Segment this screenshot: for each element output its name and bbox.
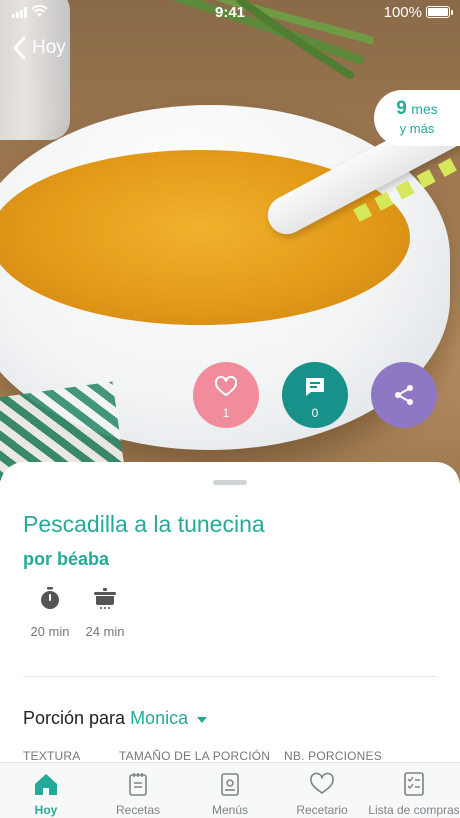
comment-button[interactable]: 0 [282, 362, 348, 428]
checklist-icon [404, 772, 424, 796]
prep-time: 20 min [20, 586, 80, 639]
pot-icon [94, 588, 116, 609]
portion-selector[interactable]: Porción para Monica [23, 708, 208, 729]
back-label: Hoy [32, 37, 66, 58]
share-icon [395, 385, 413, 405]
share-button[interactable] [371, 362, 437, 428]
prep-time-value: 20 min [30, 624, 70, 639]
heart-icon [310, 772, 334, 794]
cook-time: 24 min [75, 586, 135, 639]
tab-label: Menús [211, 803, 249, 817]
recipe-sheet: Pescadilla a la tunecina por béaba 20 mi… [0, 462, 460, 763]
tab-label: Recetas [115, 803, 161, 817]
like-button[interactable]: 1 [193, 362, 259, 428]
tab-label: Lista de compras [368, 803, 460, 817]
chevron-left-icon [13, 36, 26, 60]
portion-label: Porción para [23, 708, 126, 728]
column-portion-size: TAMAÑO DE LA PORCIÓN [119, 749, 271, 763]
tab-menus[interactable]: Menús [184, 771, 276, 817]
tab-bar: Hoy Recetas Menús Recetario Lista de com… [0, 762, 460, 818]
status-bar: 9:41 100% [0, 0, 460, 26]
recipe-author[interactable]: por béaba [23, 549, 109, 570]
divider [23, 676, 437, 677]
menus-icon [221, 773, 239, 796]
battery-percent: 100% [383, 4, 422, 21]
home-icon [35, 774, 57, 795]
tab-lista-de-compras[interactable]: Lista de compras [368, 771, 460, 817]
tab-label: Recetario [296, 803, 348, 817]
comment-count: 0 [311, 406, 319, 420]
recipes-icon [129, 773, 147, 796]
column-texture: TEXTURA [23, 749, 81, 763]
tab-recetas[interactable]: Recetas [92, 771, 184, 817]
recipe-title: Pescadilla a la tunecina [23, 511, 265, 537]
battery-icon [426, 6, 453, 18]
drag-handle[interactable] [213, 480, 247, 485]
tab-recetario[interactable]: Recetario [276, 771, 368, 817]
age-number: 9 [396, 98, 407, 119]
portion-person: Monica [130, 708, 189, 728]
like-count: 1 [222, 406, 230, 420]
heart-icon [214, 375, 238, 396]
age-suffix: y más [399, 121, 435, 136]
comment-icon [306, 378, 324, 396]
tab-hoy[interactable]: Hoy [0, 771, 92, 817]
age-badge: 9 mes y más [374, 90, 460, 146]
tab-label: Hoy [34, 803, 58, 817]
caret-down-icon [197, 716, 208, 723]
cook-time-value: 24 min [85, 624, 125, 639]
column-portion-count: NB. PORCIONES [284, 749, 382, 763]
back-button[interactable]: Hoy [12, 34, 66, 62]
stopwatch-icon [41, 587, 59, 609]
age-unit: mes [411, 101, 438, 117]
